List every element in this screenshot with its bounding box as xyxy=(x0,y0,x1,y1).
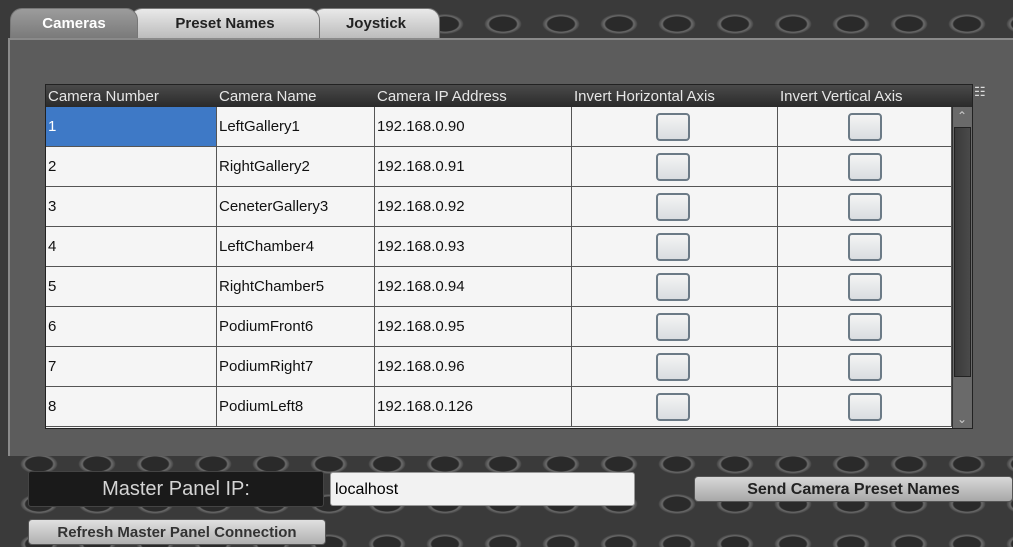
camera-ip-cell[interactable]: 192.168.0.96 xyxy=(375,347,572,386)
camera-number-cell[interactable]: 3 xyxy=(46,187,217,226)
invert-vertical-cell xyxy=(778,387,952,426)
invert-vertical-checkbox[interactable] xyxy=(848,233,882,261)
invert-horizontal-checkbox[interactable] xyxy=(656,273,690,301)
invert-horizontal-cell xyxy=(572,187,778,226)
camera-name-cell[interactable]: RightGallery2 xyxy=(217,147,375,186)
invert-horizontal-checkbox[interactable] xyxy=(656,313,690,341)
invert-vertical-checkbox[interactable] xyxy=(848,353,882,381)
camera-ip-cell[interactable]: 192.168.0.95 xyxy=(375,307,572,346)
camera-grid: Camera Number Camera Name Camera IP Addr… xyxy=(45,84,973,429)
scroll-up-icon[interactable]: ⌃ xyxy=(957,109,967,123)
scroll-down-icon[interactable]: ⌄ xyxy=(957,412,967,426)
invert-vertical-checkbox[interactable] xyxy=(848,113,882,141)
camera-number-cell[interactable]: 7 xyxy=(46,347,217,386)
invert-vertical-checkbox[interactable] xyxy=(848,153,882,181)
invert-vertical-cell xyxy=(778,347,952,386)
send-camera-preset-names-button[interactable]: Send Camera Preset Names xyxy=(694,476,1013,502)
grid-header: Camera Number Camera Name Camera IP Addr… xyxy=(46,85,972,107)
invert-vertical-cell xyxy=(778,107,952,146)
refresh-master-panel-connection-button[interactable]: Refresh Master Panel Connection xyxy=(28,519,326,545)
invert-vertical-cell xyxy=(778,187,952,226)
column-chooser-icon[interactable]: ☷ xyxy=(974,84,990,104)
table-row[interactable]: 6 PodiumFront6 192.168.0.95 xyxy=(46,307,952,347)
master-panel-ip-input[interactable]: localhost xyxy=(330,472,635,506)
vertical-scrollbar[interactable]: ⌃ ⌄ xyxy=(952,107,972,428)
invert-vertical-cell xyxy=(778,267,952,306)
master-panel-ip-label: Master Panel IP: xyxy=(28,471,324,507)
invert-vertical-cell xyxy=(778,227,952,266)
camera-ip-cell[interactable]: 192.168.0.90 xyxy=(375,107,572,146)
scrollbar-thumb[interactable] xyxy=(954,127,971,377)
invert-vertical-checkbox[interactable] xyxy=(848,193,882,221)
invert-horizontal-checkbox[interactable] xyxy=(656,353,690,381)
invert-vertical-checkbox[interactable] xyxy=(848,313,882,341)
tab-cameras[interactable]: Cameras xyxy=(10,8,138,38)
invert-horizontal-checkbox[interactable] xyxy=(656,393,690,421)
table-row[interactable]: 5 RightChamber5 192.168.0.94 xyxy=(46,267,952,307)
camera-number-cell[interactable]: 8 xyxy=(46,387,217,426)
table-row[interactable]: 4 LeftChamber4 192.168.0.93 xyxy=(46,227,952,267)
invert-horizontal-cell xyxy=(572,147,778,186)
camera-number-cell[interactable]: 2 xyxy=(46,147,217,186)
invert-horizontal-cell xyxy=(572,307,778,346)
invert-horizontal-cell xyxy=(572,227,778,266)
table-row[interactable]: 1 LeftGallery1 192.168.0.90 xyxy=(46,107,952,147)
invert-horizontal-checkbox[interactable] xyxy=(656,113,690,141)
invert-horizontal-checkbox[interactable] xyxy=(656,193,690,221)
header-invert-horizontal[interactable]: Invert Horizontal Axis xyxy=(572,85,715,107)
camera-ip-cell[interactable]: 192.168.0.93 xyxy=(375,227,572,266)
invert-horizontal-cell xyxy=(572,107,778,146)
header-camera-ip[interactable]: Camera IP Address xyxy=(375,85,507,107)
camera-name-cell[interactable]: CeneterGallery3 xyxy=(217,187,375,226)
table-row[interactable]: 8 PodiumLeft8 192.168.0.126 xyxy=(46,387,952,427)
camera-name-cell[interactable]: PodiumLeft8 xyxy=(217,387,375,426)
invert-horizontal-checkbox[interactable] xyxy=(656,153,690,181)
camera-name-cell[interactable]: LeftChamber4 xyxy=(217,227,375,266)
table-row[interactable]: 3 CeneterGallery3 192.168.0.92 xyxy=(46,187,952,227)
camera-number-cell[interactable]: 4 xyxy=(46,227,217,266)
tab-joystick[interactable]: Joystick xyxy=(312,8,440,38)
camera-ip-cell[interactable]: 192.168.0.92 xyxy=(375,187,572,226)
camera-name-cell[interactable]: PodiumFront6 xyxy=(217,307,375,346)
tab-preset-names[interactable]: Preset Names xyxy=(130,8,320,38)
invert-horizontal-cell xyxy=(572,387,778,426)
camera-ip-cell[interactable]: 192.168.0.94 xyxy=(375,267,572,306)
header-camera-name[interactable]: Camera Name xyxy=(217,85,317,107)
table-row[interactable]: 2 RightGallery2 192.168.0.91 xyxy=(46,147,952,187)
header-invert-vertical[interactable]: Invert Vertical Axis xyxy=(778,85,903,107)
invert-vertical-checkbox[interactable] xyxy=(848,393,882,421)
camera-ip-cell[interactable]: 192.168.0.91 xyxy=(375,147,572,186)
camera-name-cell[interactable]: LeftGallery1 xyxy=(217,107,375,146)
invert-vertical-cell xyxy=(778,307,952,346)
camera-name-cell[interactable]: RightChamber5 xyxy=(217,267,375,306)
camera-ip-cell[interactable]: 192.168.0.126 xyxy=(375,387,572,426)
invert-horizontal-checkbox[interactable] xyxy=(656,233,690,261)
camera-name-cell[interactable]: PodiumRight7 xyxy=(217,347,375,386)
invert-vertical-cell xyxy=(778,147,952,186)
grid-rows: 1 LeftGallery1 192.168.0.90 2 RightGallery2 1… xyxy=(46,107,952,427)
camera-number-cell[interactable]: 1 xyxy=(46,107,217,146)
invert-horizontal-cell xyxy=(572,267,778,306)
camera-number-cell[interactable]: 5 xyxy=(46,267,217,306)
camera-number-cell[interactable]: 6 xyxy=(46,307,217,346)
invert-vertical-checkbox[interactable] xyxy=(848,273,882,301)
table-row[interactable]: 7 PodiumRight7 192.168.0.96 xyxy=(46,347,952,387)
invert-horizontal-cell xyxy=(572,347,778,386)
header-camera-number[interactable]: Camera Number xyxy=(46,85,159,107)
